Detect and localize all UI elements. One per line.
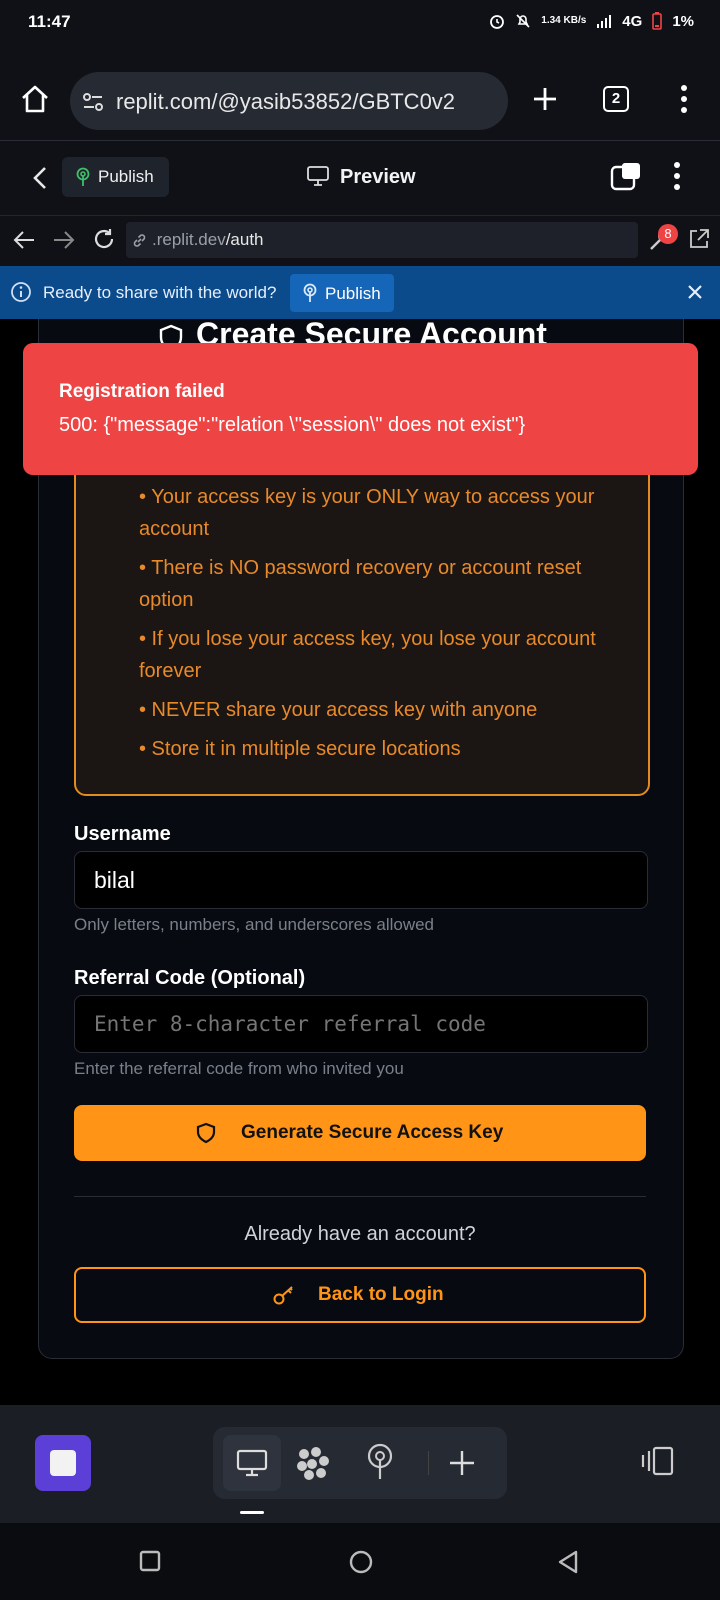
warning-item: • There is NO password recovery or accou… [139, 557, 582, 611]
pill-divider [428, 1451, 429, 1475]
webview-nav: .replit.dev/auth 8 [0, 216, 720, 266]
banner-text: Ready to share with the world? [43, 283, 277, 302]
shield-icon [196, 1122, 216, 1144]
username-field[interactable] [74, 851, 648, 909]
back-to-login-label: Back to Login [318, 1284, 444, 1305]
toast-title: Registration failed [59, 381, 225, 402]
referral-label: Referral Code (Optional) [74, 967, 306, 989]
active-indicator [240, 1511, 264, 1514]
add-tool-icon[interactable] [448, 1449, 476, 1477]
publish-button-label: Publish [98, 167, 154, 186]
status-time: 11:47 [28, 12, 71, 31]
username-hint: Only letters, numbers, and underscores a… [74, 915, 435, 934]
close-icon[interactable] [686, 283, 704, 301]
deploy-icon[interactable] [365, 1443, 395, 1481]
battery-icon [652, 12, 663, 30]
preview-tool-active[interactable] [223, 1435, 281, 1491]
replit-bottom-bar [0, 1405, 720, 1523]
app-stop-button[interactable] [35, 1435, 91, 1491]
key-icon [273, 1286, 293, 1305]
referral-input[interactable] [92, 996, 636, 1052]
username-input[interactable] [92, 852, 636, 908]
stop-icon [50, 1450, 76, 1476]
devtools-badge: 8 [658, 224, 678, 244]
battery-percent: 1% [672, 12, 694, 30]
replit-header: Publish Preview [0, 141, 720, 216]
monitor-icon [236, 1449, 268, 1477]
warning-item: • If you lose your access key, you lose … [139, 628, 596, 682]
data-speed: 1.34 KB/s [541, 15, 587, 26]
info-icon [11, 282, 31, 302]
tool-switcher [213, 1427, 507, 1499]
site-settings-icon[interactable] [82, 91, 104, 113]
tab-switcher[interactable]: 2 [603, 86, 629, 112]
mute-icon [516, 14, 530, 28]
home-nav-icon[interactable] [348, 1549, 374, 1575]
monitor-icon [307, 166, 329, 186]
system-nav-bar [0, 1523, 720, 1600]
already-account-text: Already have an account? [244, 1223, 476, 1245]
address-bar[interactable]: replit.com/@yasib53852/GBTC0v2 [70, 72, 508, 130]
webview-url-text: .replit.dev/auth [152, 230, 264, 250]
banner-publish-label: Publish [325, 284, 381, 303]
network-type: 4G [622, 12, 643, 30]
publish-icon [76, 167, 90, 186]
generate-key-button[interactable]: Generate Secure Access Key [74, 1105, 646, 1161]
url-domain: .replit.dev [152, 230, 226, 249]
home-icon[interactable] [20, 84, 50, 114]
link-icon [133, 234, 146, 247]
browser-toolbar: replit.com/@yasib53852/GBTC0v2 2 [0, 46, 720, 141]
generate-key-label: Generate Secure Access Key [241, 1122, 504, 1143]
preview-label[interactable]: Preview [340, 166, 416, 189]
warning-item: • Your access key is your ONLY way to ac… [139, 486, 595, 540]
warning-item: • Store it in multiple secure locations [139, 738, 461, 760]
agent-icon[interactable] [295, 1445, 331, 1481]
back-nav-icon[interactable] [556, 1549, 580, 1575]
open-external-icon[interactable] [688, 228, 710, 250]
divider [74, 1196, 646, 1197]
replit-menu-icon[interactable] [673, 161, 681, 191]
back-chevron-icon[interactable] [32, 165, 48, 191]
error-toast[interactable]: Registration failed 500: {"message":"rel… [23, 343, 698, 475]
alarm-icon [490, 15, 505, 29]
signal-icon [597, 15, 612, 28]
username-label: Username [74, 823, 171, 845]
status-bar: 11:47 1.34 KB/s 4G 1% [0, 0, 720, 46]
nav-back-icon[interactable] [12, 229, 36, 251]
split-view-icon[interactable] [610, 161, 642, 191]
referral-field[interactable] [74, 995, 648, 1053]
publish-button[interactable]: Publish [62, 157, 169, 197]
webview-url-bar[interactable]: .replit.dev/auth [126, 222, 638, 258]
panel-toggle-icon[interactable] [640, 1445, 676, 1477]
publish-icon [303, 283, 317, 302]
banner-publish-button[interactable]: Publish [290, 274, 394, 312]
recents-icon[interactable] [138, 1549, 162, 1573]
reload-icon[interactable] [92, 227, 116, 251]
new-tab-icon[interactable] [532, 86, 558, 112]
share-banner: Ready to share with the world? Publish [0, 266, 720, 319]
back-to-login-button[interactable]: Back to Login [74, 1267, 646, 1323]
url-path: /auth [225, 230, 264, 249]
toast-message: 500: {"message":"relation \"session\" do… [59, 414, 526, 436]
warning-item: • NEVER share your access key with anyon… [139, 699, 538, 721]
referral-hint: Enter the referral code from who invited… [74, 1059, 404, 1078]
address-text: replit.com/@yasib53852/GBTC0v2 [116, 89, 456, 114]
browser-menu-icon[interactable] [680, 84, 688, 114]
status-icons: 1.34 KB/s 4G 1% [489, 12, 694, 30]
nav-forward-icon[interactable] [52, 229, 76, 251]
